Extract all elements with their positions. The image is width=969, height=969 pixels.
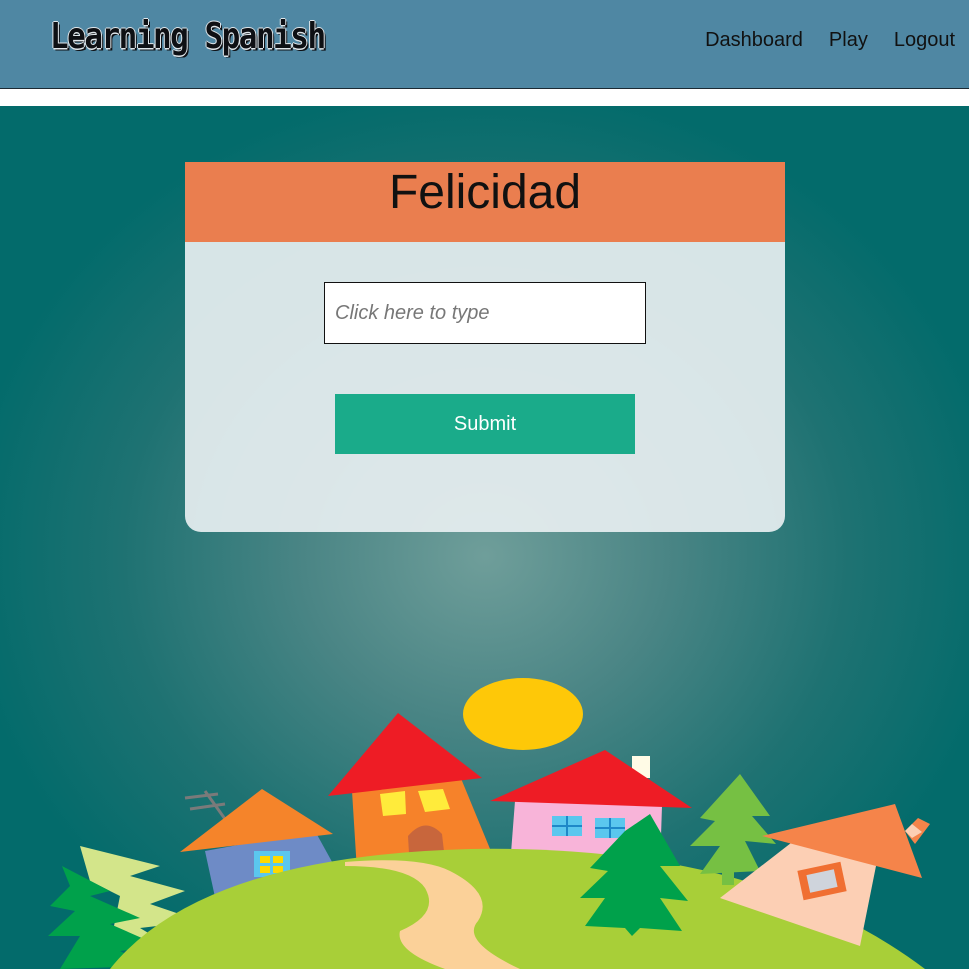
nav-link-dashboard[interactable]: Dashboard	[705, 28, 803, 52]
house-icon	[328, 713, 495, 871]
game-stage: Felicidad Submit	[0, 106, 969, 969]
submit-button[interactable]: Submit	[335, 394, 635, 454]
sun-icon	[463, 678, 583, 750]
spanish-word: Felicidad	[388, 166, 582, 219]
village-illustration	[48, 678, 930, 969]
word-card: Felicidad Submit	[185, 162, 785, 532]
header-divider	[0, 90, 969, 106]
nav-links: Dashboard Play Logout	[705, 28, 955, 52]
top-navbar: Learning Spanish Dashboard Play Logout	[0, 0, 969, 89]
site-logo[interactable]: Learning Spanish	[50, 16, 326, 57]
word-card-header: Felicidad	[185, 162, 785, 242]
answer-input[interactable]	[324, 282, 646, 344]
nav-link-logout[interactable]: Logout	[894, 28, 955, 52]
nav-link-play[interactable]: Play	[829, 28, 868, 52]
